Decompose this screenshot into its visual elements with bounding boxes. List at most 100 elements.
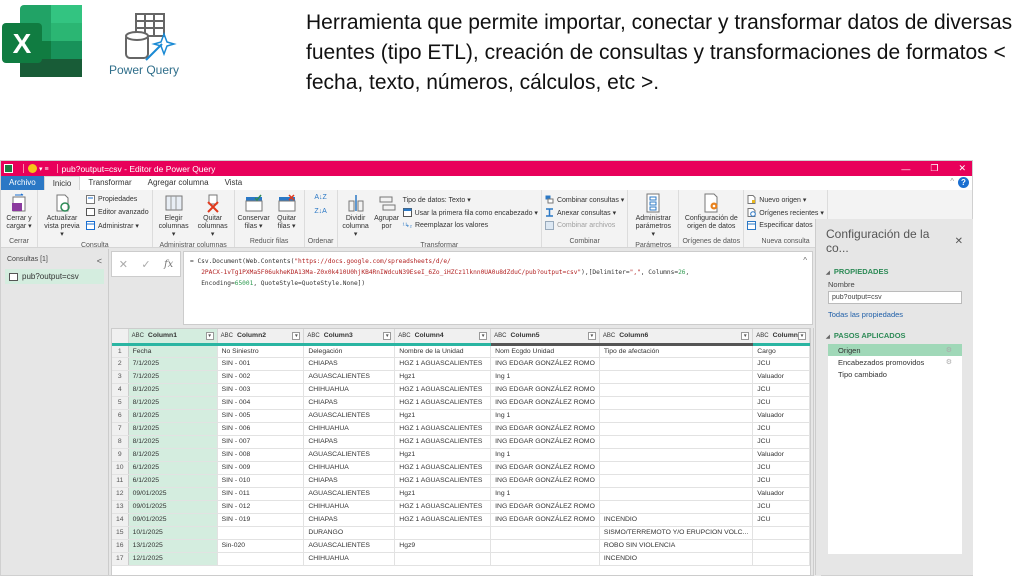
row-number[interactable]: 17: [112, 552, 129, 566]
table-cell[interactable]: [599, 357, 754, 371]
table-cell[interactable]: SIN - 010: [217, 474, 305, 488]
table-cell[interactable]: DURANGO: [303, 526, 396, 540]
column-header[interactable]: ABC Column4 ▾: [394, 329, 492, 346]
new-source-button[interactable]: Nuevo origen ▾: [747, 194, 824, 205]
table-cell[interactable]: JCU: [752, 513, 810, 527]
table-cell[interactable]: JCU: [752, 383, 810, 397]
table-cell[interactable]: [599, 370, 754, 384]
row-number[interactable]: 1: [112, 344, 129, 358]
text-type-icon[interactable]: ABC: [221, 333, 233, 339]
table-cell[interactable]: ING EDGAR GONZÁLEZ ROMO: [490, 435, 600, 449]
split-column-button[interactable]: Dividir columna ▾: [341, 192, 371, 240]
collapse-triangle-icon[interactable]: ◢: [826, 270, 830, 276]
table-cell[interactable]: Hgz1: [394, 448, 492, 462]
row-number[interactable]: 9: [112, 448, 129, 462]
table-cell[interactable]: [599, 396, 754, 410]
table-cell[interactable]: CHIAPAS: [303, 396, 396, 410]
table-cell[interactable]: 6/1/2025: [128, 461, 218, 475]
step-settings-gear-icon[interactable]: ⚙: [946, 346, 952, 354]
minimize-button[interactable]: —: [901, 164, 910, 174]
table-cell[interactable]: AGUASCALIENTES: [303, 448, 396, 462]
table-cell[interactable]: Hgz1: [394, 487, 492, 501]
table-cell[interactable]: AGUASCALIENTES: [303, 539, 396, 553]
table-cell[interactable]: SIN - 001: [217, 357, 305, 371]
table-cell[interactable]: HGZ 1 AGUASCALIENTES: [394, 461, 492, 475]
properties-button[interactable]: Propiedades: [86, 194, 149, 205]
table-cell[interactable]: ING EDGAR GONZÁLEZ ROMO: [490, 513, 600, 527]
row-number[interactable]: 10: [112, 461, 129, 475]
table-cell[interactable]: 13/1/2025: [128, 539, 218, 553]
row-number[interactable]: 2: [112, 357, 129, 371]
applied-step[interactable]: Encabezados promovidos ⚙: [828, 356, 962, 368]
table-cell[interactable]: HGZ 1 AGUASCALIENTES: [394, 383, 492, 397]
table-cell[interactable]: 8/1/2025: [128, 435, 218, 449]
table-cell[interactable]: CHIHUAHUA: [303, 461, 396, 475]
text-type-icon[interactable]: ABC: [756, 333, 768, 339]
table-cell[interactable]: SIN - 004: [217, 396, 305, 410]
table-cell[interactable]: [217, 526, 305, 540]
manage-button[interactable]: Administrar ▾: [86, 220, 149, 231]
table-cell[interactable]: SIN - 008: [217, 448, 305, 462]
table-cell[interactable]: SIN - 012: [217, 500, 305, 514]
table-cell[interactable]: JCU: [752, 396, 810, 410]
table-cell[interactable]: 09/01/2025: [128, 513, 218, 527]
table-cell[interactable]: 7/1/2025: [128, 370, 218, 384]
table-cell[interactable]: 7/1/2025: [128, 357, 218, 371]
table-cell[interactable]: JCU: [752, 357, 810, 371]
filter-dropdown-icon[interactable]: ▾: [798, 332, 806, 340]
table-cell[interactable]: Sin-020: [217, 539, 305, 553]
table-cell[interactable]: 8/1/2025: [128, 396, 218, 410]
table-cell[interactable]: [490, 526, 600, 540]
table-cell[interactable]: ING EDGAR GONZÁLEZ ROMO: [490, 422, 600, 436]
table-cell[interactable]: [394, 552, 492, 566]
sort-descending-icon[interactable]: Z↓A: [314, 208, 326, 215]
refresh-preview-button[interactable]: Actualizar vista previa ▾: [41, 192, 83, 240]
enter-data-button[interactable]: Especificar datos: [747, 220, 824, 231]
filter-dropdown-icon[interactable]: ▾: [741, 332, 750, 340]
table-cell[interactable]: 8/1/2025: [128, 383, 218, 397]
data-source-settings-button[interactable]: Configuración de origen de datos: [682, 192, 740, 236]
text-type-icon[interactable]: ABC: [132, 333, 144, 339]
recent-sources-button[interactable]: Orígenes recientes ▾: [747, 207, 824, 218]
row-number[interactable]: 8: [112, 435, 129, 449]
table-cell[interactable]: AGUASCALIENTES: [303, 370, 396, 384]
table-cell[interactable]: 12/1/2025: [128, 552, 218, 566]
table-cell[interactable]: SIN - 019: [217, 513, 305, 527]
use-first-row-headers-button[interactable]: Usar la primera fila como encabezado ▾: [402, 207, 538, 218]
choose-columns-button[interactable]: Elegir columnas ▾: [156, 192, 192, 240]
filter-dropdown-icon[interactable]: ▾: [205, 332, 214, 340]
table-cell[interactable]: JCU: [752, 435, 810, 449]
query-name-input[interactable]: [828, 291, 962, 304]
table-cell[interactable]: JCU: [752, 474, 810, 488]
column-header[interactable]: ABC Column7 ▾: [752, 329, 810, 346]
table-cell[interactable]: 8/1/2025: [128, 422, 218, 436]
table-cell[interactable]: SIN - 009: [217, 461, 305, 475]
table-cell[interactable]: [217, 552, 305, 566]
table-cell[interactable]: HGZ 1 AGUASCALIENTES: [394, 474, 492, 488]
data-type-dropdown[interactable]: Tipo de datos: Texto ▾: [403, 194, 538, 205]
row-number[interactable]: 12: [112, 487, 129, 501]
row-number[interactable]: 5: [112, 396, 129, 410]
table-cell[interactable]: [490, 539, 600, 553]
row-number[interactable]: 14: [112, 513, 129, 527]
table-cell[interactable]: [599, 435, 754, 449]
table-cell[interactable]: SIN - 003: [217, 383, 305, 397]
table-cell[interactable]: 6/1/2025: [128, 474, 218, 488]
table-cell[interactable]: Ing 1: [490, 487, 600, 501]
table-cell[interactable]: Valuador: [752, 448, 810, 462]
table-cell[interactable]: AGUASCALIENTES: [303, 487, 396, 501]
filter-dropdown-icon[interactable]: ▾: [479, 332, 488, 340]
table-cell[interactable]: CHIAPAS: [303, 435, 396, 449]
append-queries-button[interactable]: Anexar consultas ▾: [545, 207, 624, 218]
table-cell[interactable]: 8/1/2025: [128, 448, 218, 462]
keep-rows-button[interactable]: Conservar filas ▾: [237, 192, 270, 236]
tab-transformar[interactable]: Transformar: [80, 176, 139, 190]
cancel-formula-icon[interactable]: ✕: [119, 258, 128, 271]
replace-values-button[interactable]: ¹↳₂ Reemplazar los valores: [403, 220, 538, 231]
table-cell[interactable]: SIN - 007: [217, 435, 305, 449]
table-cell[interactable]: INCENDIO: [599, 552, 754, 566]
table-cell[interactable]: CHIHUAHUA: [303, 422, 396, 436]
remove-columns-button[interactable]: Quitar columnas ▾: [195, 192, 231, 240]
table-cell[interactable]: ING EDGAR GONZÁLEZ ROMO: [490, 383, 600, 397]
table-cell[interactable]: [752, 526, 810, 540]
